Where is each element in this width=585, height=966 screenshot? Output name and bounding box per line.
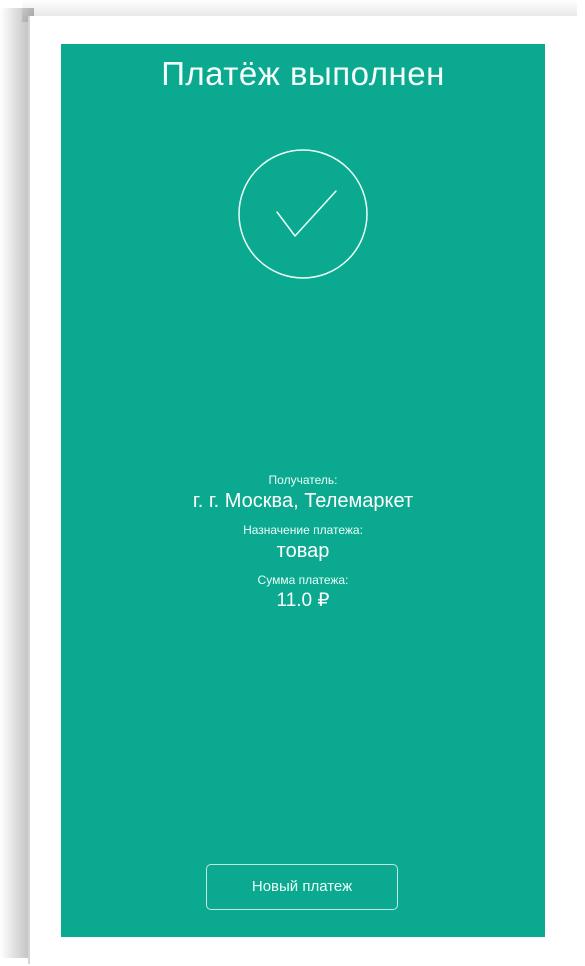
payment-success-screen: Платёж выполнен Получатель: г. г. Москва… xyxy=(61,44,545,937)
new-payment-button[interactable]: Новый платеж xyxy=(206,864,398,910)
recipient-value: г. г. Москва, Телемаркет xyxy=(192,490,414,512)
page-title: Платёж выполнен xyxy=(161,55,445,92)
amount-value: 11.0 ₽ xyxy=(276,590,330,611)
payment-details: Получатель: г. г. Москва, Телемаркет Наз… xyxy=(61,472,545,614)
amount-label: Сумма платежа: xyxy=(257,573,349,587)
purpose-label: Назначение платежа: xyxy=(243,523,363,537)
purpose-value: товар xyxy=(276,540,330,562)
device-frame: Платёж выполнен Получатель: г. г. Москва… xyxy=(0,0,585,966)
check-circle-icon xyxy=(237,148,369,280)
recipient-label: Получатель: xyxy=(268,473,338,487)
